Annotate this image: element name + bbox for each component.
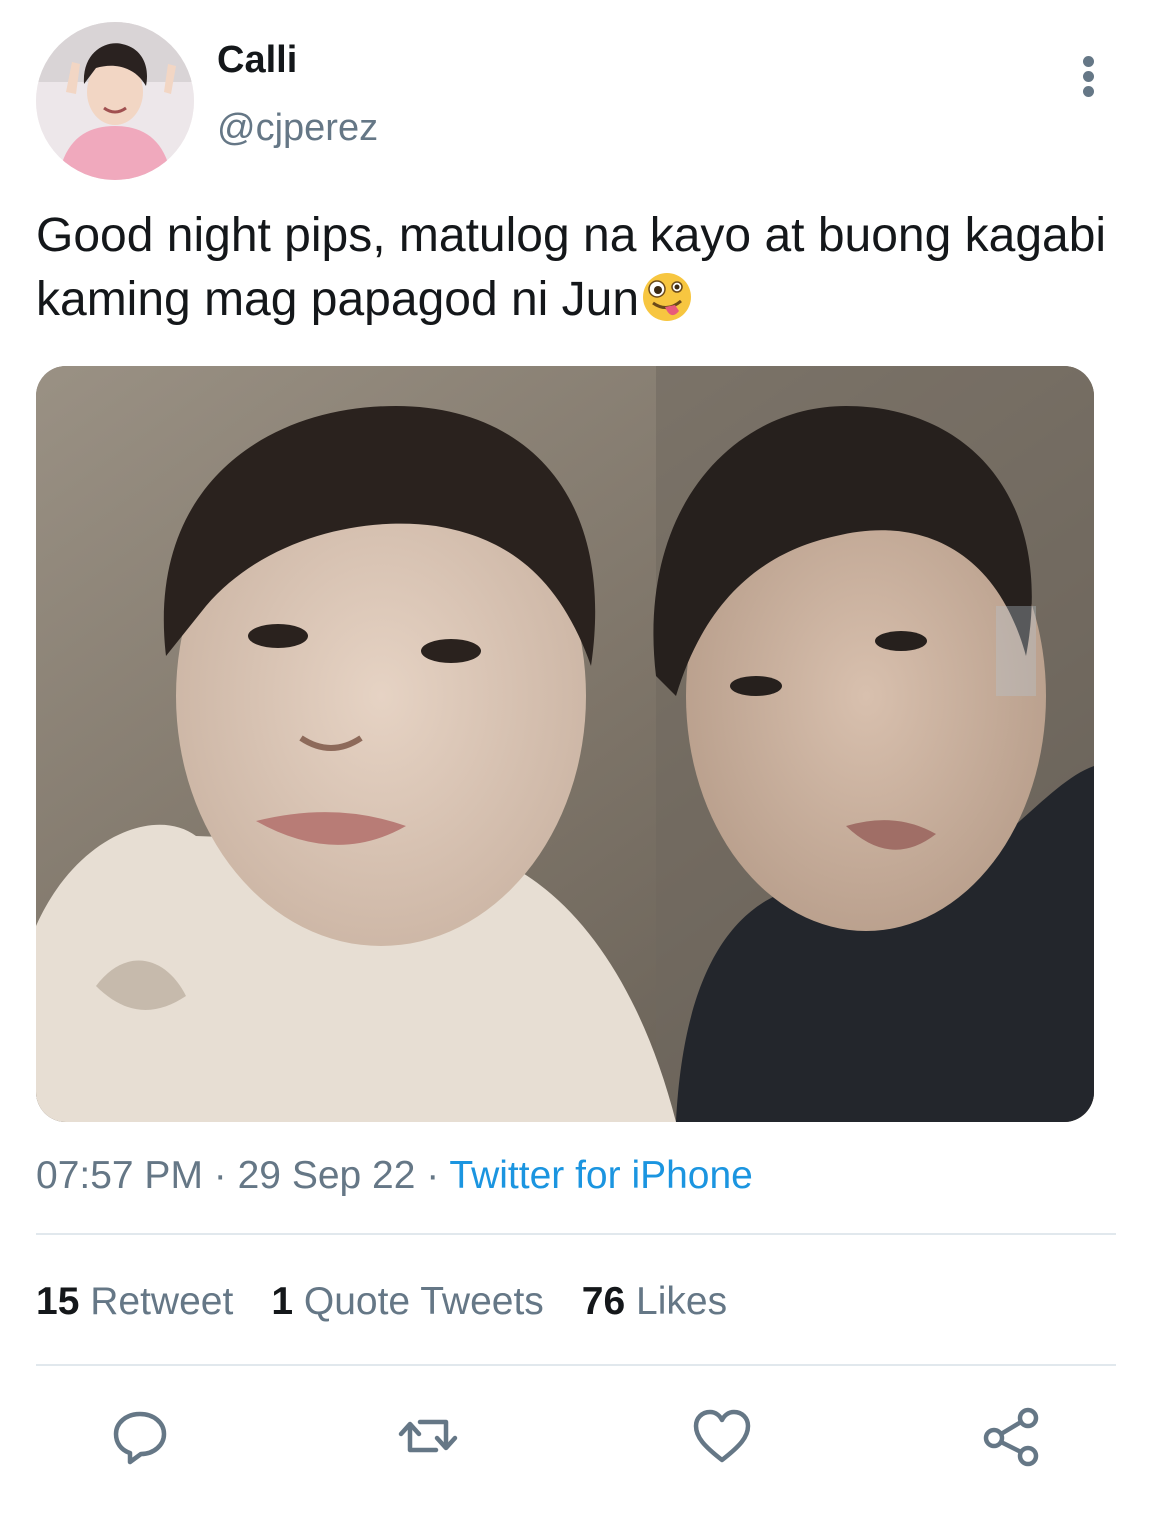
like-icon[interactable] [690,1404,754,1468]
meta-separator: · [415,1154,450,1197]
tweet-photo[interactable] [36,366,1094,1122]
tweet-time: 07:57 PM [36,1154,203,1197]
display-name[interactable]: Calli [217,38,297,82]
tweet-date: 29 Sep 22 [237,1154,416,1197]
tweet-stats: 15 Retweet 1 Quote Tweets 76 Likes [36,1278,765,1326]
zany-face-emoji [641,271,693,323]
likes-stat[interactable]: 76 Likes [582,1278,727,1326]
share-icon[interactable] [980,1404,1044,1468]
likes-count: 76 [581,1280,626,1323]
avatar[interactable] [36,22,194,180]
tweet-text-container: Good night pips, matulog na kayo at buon… [36,204,1116,332]
quote-tweets-stat[interactable]: 1 Quote Tweets [271,1278,543,1326]
tweet-meta: 07:57 PM · 29 Sep 22 · Twitter for iPhon… [36,1152,753,1200]
quote-tweets-label: Quote Tweets [303,1280,544,1323]
divider [36,1364,1116,1366]
tweet-text: Good night pips, matulog na kayo at buon… [36,209,1107,326]
tweet-source-link[interactable]: Twitter for iPhone [449,1154,752,1197]
quote-tweets-count: 1 [271,1280,294,1323]
divider [36,1233,1116,1235]
retweets-count: 15 [36,1280,80,1323]
retweets-label: Retweet [90,1280,234,1323]
reply-icon[interactable] [108,1404,172,1468]
retweets-stat[interactable]: 15 Retweet [36,1278,233,1326]
retweet-icon[interactable] [396,1404,460,1468]
user-handle[interactable]: @cjperez [217,106,378,150]
more-options-icon[interactable] [1066,50,1112,100]
likes-label: Likes [636,1280,728,1323]
meta-separator: · [202,1154,238,1197]
